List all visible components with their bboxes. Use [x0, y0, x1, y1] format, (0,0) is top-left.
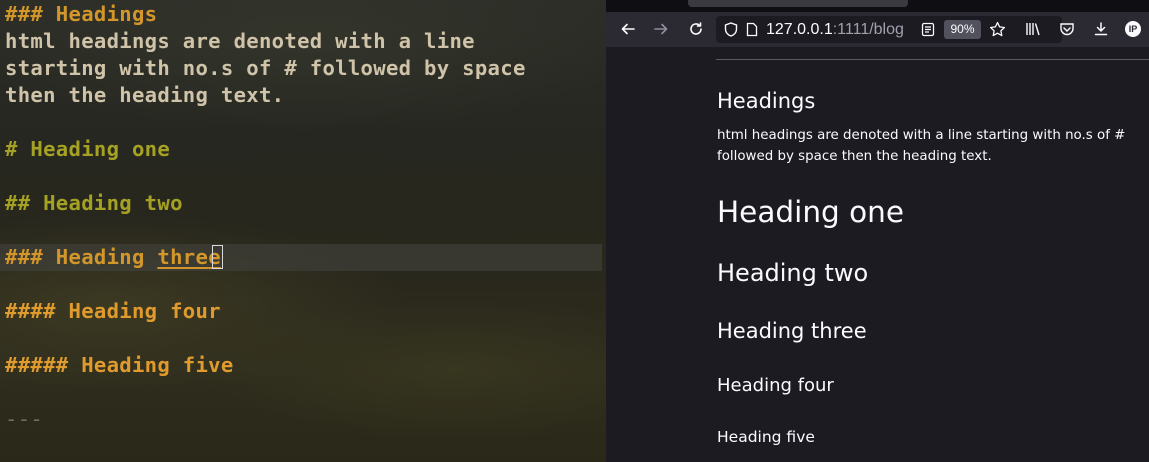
- editor-line-paragraph-2[interactable]: starting with no.s of # followed by spac…: [5, 55, 526, 82]
- shield-icon[interactable]: [722, 20, 740, 38]
- editor-line-heading-two[interactable]: ## Heading two: [5, 190, 183, 217]
- heading-three: Heading three: [717, 319, 867, 343]
- back-button[interactable]: [614, 16, 642, 42]
- library-button[interactable]: [1019, 16, 1047, 42]
- bookmark-star-icon[interactable]: [988, 20, 1006, 38]
- extension-button[interactable]: IP: [1119, 16, 1147, 42]
- horizontal-rule: [716, 59, 1149, 60]
- zoom-level-button[interactable]: 90%: [944, 20, 981, 39]
- library-icon: [1026, 23, 1040, 36]
- page-content: Headings html headings are denoted with …: [606, 47, 1149, 462]
- url-text[interactable]: 127.0.0.1:1111/blog: [766, 16, 911, 43]
- editor-line-paragraph-3[interactable]: then the heading text.: [5, 82, 284, 109]
- reload-button[interactable]: [682, 16, 710, 42]
- address-bar[interactable]: 127.0.0.1:1111/blog 90%: [716, 16, 1062, 43]
- heading-one: Heading one: [717, 195, 905, 229]
- pocket-icon: [1060, 23, 1074, 36]
- editor-line-paragraph-1[interactable]: html headings are denoted with a line: [5, 28, 475, 55]
- downloads-button[interactable]: [1087, 16, 1115, 42]
- editor-line-headings[interactable]: ### Headings: [5, 1, 157, 28]
- editor-line-heading-one[interactable]: # Heading one: [5, 136, 170, 163]
- text-cursor: [212, 245, 223, 269]
- arrow-right-icon: [654, 23, 668, 35]
- editor-line-heading-three[interactable]: ### Heading three: [5, 244, 221, 271]
- url-host: 127.0.0.1: [766, 21, 833, 38]
- browser-window: 127.0.0.1:1111/blog 90% IP Headings html…: [606, 0, 1149, 462]
- extension-avatar-icon: IP: [1125, 21, 1141, 37]
- underlined-text: thre: [157, 245, 209, 269]
- reader-view-icon[interactable]: [919, 20, 937, 38]
- tab-bar: [606, 0, 1149, 12]
- nav-toolbar: 127.0.0.1:1111/blog 90% IP: [606, 12, 1149, 47]
- editor-line-hr[interactable]: ---: [5, 406, 43, 433]
- editor-line-heading-four[interactable]: #### Heading four: [5, 298, 221, 325]
- heading-two: Heading two: [717, 259, 869, 287]
- page-icon[interactable]: [743, 20, 761, 38]
- heading-four: Heading four: [717, 375, 834, 396]
- text-editor[interactable]: ### Headings html headings are denoted w…: [0, 0, 606, 462]
- heading-three-prefix: ### Heading: [5, 245, 158, 269]
- download-icon: [1094, 22, 1108, 36]
- url-path: :1111/blog: [832, 21, 904, 38]
- arrow-left-icon: [621, 23, 635, 35]
- section-heading: Headings: [717, 89, 816, 113]
- forward-button[interactable]: [647, 16, 675, 42]
- section-paragraph: html headings are denoted with a line st…: [717, 128, 1126, 164]
- editor-line-heading-five[interactable]: ##### Heading five: [5, 352, 234, 379]
- reload-icon: [690, 22, 702, 35]
- active-tab[interactable]: [688, 0, 908, 7]
- heading-five: Heading five: [717, 428, 815, 446]
- pocket-button[interactable]: [1053, 16, 1081, 42]
